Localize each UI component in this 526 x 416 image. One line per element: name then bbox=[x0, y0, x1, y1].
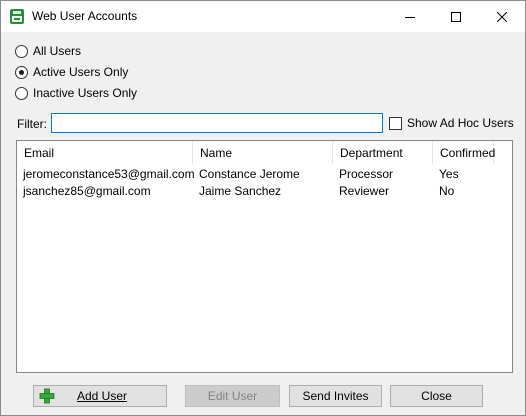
send-invites-label: Send Invites bbox=[302, 389, 369, 403]
add-user-button[interactable]: Add User bbox=[33, 385, 167, 407]
radio-inactive-users-only[interactable]: Inactive Users Only bbox=[15, 85, 137, 101]
radio-button-inactive-users-only[interactable] bbox=[15, 86, 28, 100]
radio-active-users-only[interactable]: Active Users Only bbox=[15, 64, 128, 80]
edit-user-button[interactable]: Edit User bbox=[185, 385, 280, 407]
cell-name: Constance Jerome bbox=[199, 166, 300, 181]
cell-email: jeromeconstance53@gmail.com bbox=[23, 166, 195, 181]
close-icon bbox=[497, 11, 507, 22]
table-row[interactable]: jeromeconstance53@gmail.com Constance Je… bbox=[17, 165, 512, 182]
filter-label: Filter: bbox=[17, 117, 47, 131]
table-row[interactable]: jsanchez85@gmail.com Jaime Sanchez Revie… bbox=[17, 182, 512, 199]
radio-label-active-users-only: Active Users Only bbox=[33, 65, 129, 79]
plus-icon bbox=[39, 388, 55, 404]
radio-all-users[interactable]: All Users bbox=[15, 43, 81, 59]
users-list[interactable]: Email Name Department Confirmed jeromeco… bbox=[16, 140, 513, 373]
edit-user-label: Edit User bbox=[207, 389, 258, 403]
close-window-button[interactable] bbox=[479, 1, 525, 32]
radio-label-inactive-users-only: Inactive Users Only bbox=[33, 86, 138, 100]
add-user-label: Add User bbox=[76, 389, 128, 403]
title-bar[interactable]: Web User Accounts bbox=[1, 1, 525, 32]
close-label: Close bbox=[421, 389, 452, 403]
column-header-confirmed[interactable]: Confirmed bbox=[433, 141, 495, 164]
users-list-header: Email Name Department Confirmed bbox=[17, 141, 512, 164]
cell-confirmed: No bbox=[439, 183, 455, 198]
cell-confirmed: Yes bbox=[439, 166, 459, 181]
close-button[interactable]: Close bbox=[390, 385, 483, 407]
column-header-name[interactable]: Name bbox=[193, 141, 333, 164]
show-ad-hoc-users-checkbox[interactable] bbox=[389, 116, 402, 130]
minimize-button[interactable] bbox=[387, 1, 433, 32]
show-ad-hoc-users-checkbox-row[interactable]: Show Ad Hoc Users bbox=[389, 116, 514, 130]
maximize-icon bbox=[451, 11, 461, 22]
web-user-accounts-window: Web User Accounts All Users Active Users… bbox=[0, 0, 526, 416]
cell-name: Jaime Sanchez bbox=[199, 183, 282, 198]
show-ad-hoc-users-label: Show Ad Hoc Users bbox=[407, 116, 514, 130]
column-header-email[interactable]: Email bbox=[17, 141, 193, 164]
radio-button-active-users-only[interactable] bbox=[15, 65, 28, 79]
filter-input[interactable] bbox=[51, 113, 383, 133]
window-title: Web User Accounts bbox=[32, 9, 138, 23]
cell-email: jsanchez85@gmail.com bbox=[23, 183, 151, 198]
app-icon bbox=[10, 9, 24, 24]
cell-department: Reviewer bbox=[339, 183, 390, 198]
radio-button-all-users[interactable] bbox=[15, 44, 28, 58]
column-header-department[interactable]: Department bbox=[333, 141, 433, 164]
send-invites-button[interactable]: Send Invites bbox=[289, 385, 382, 407]
radio-label-all-users: All Users bbox=[33, 44, 82, 58]
cell-department: Processor bbox=[339, 166, 394, 181]
minimize-icon bbox=[405, 16, 415, 18]
maximize-button[interactable] bbox=[433, 1, 479, 32]
